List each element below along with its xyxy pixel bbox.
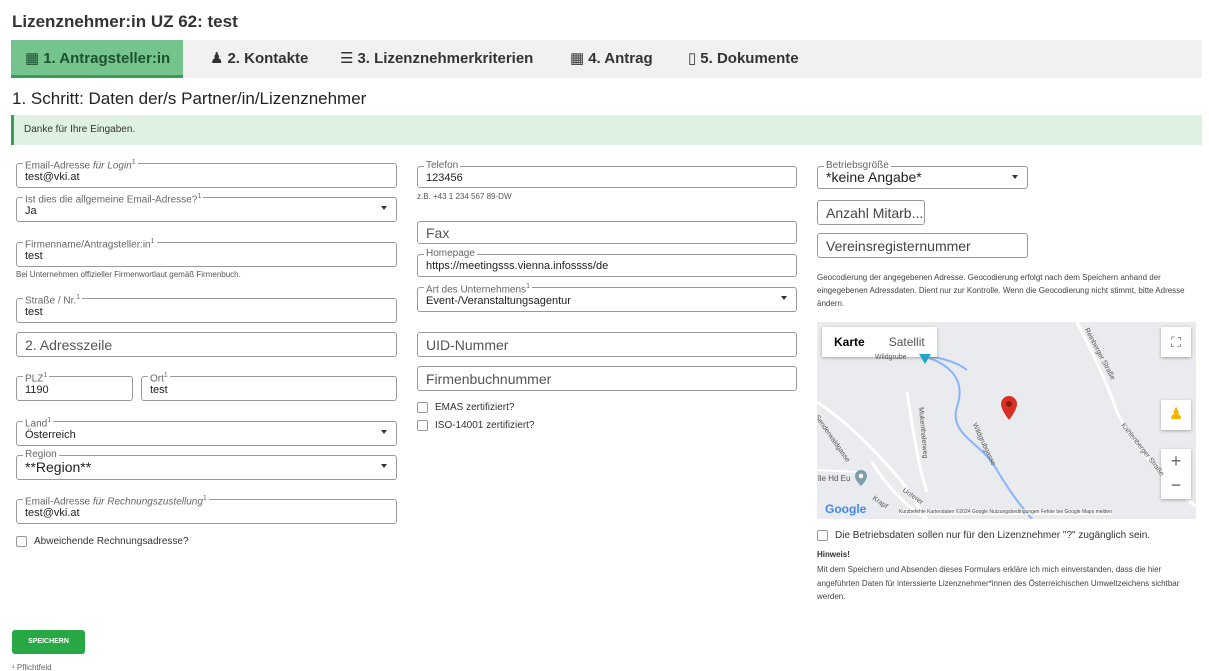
person-icon: ♟	[210, 50, 224, 67]
field-placeholder: UID-Nummer	[426, 337, 509, 353]
city-field[interactable]: Ort1 test	[141, 370, 397, 401]
map-type-tabs: Karte Satellit	[822, 327, 937, 357]
chevron-down-icon	[381, 430, 387, 434]
field-label: Ist dies die allgemeine Email-Adresse?1	[23, 191, 204, 207]
invoice-email-field[interactable]: Email-Adresse für Rechnungszustellung1 t…	[16, 493, 397, 524]
zip-field[interactable]: PLZ1 1190	[16, 370, 133, 401]
phone-help-text: z.B. +43 1 234 567 89-DW	[417, 192, 512, 201]
tab-kontakte[interactable]: ♟ 2. Kontakte	[196, 40, 308, 78]
field-value: test	[25, 306, 43, 318]
field-label: Homepage	[424, 248, 477, 260]
google-logo: Google	[825, 502, 867, 516]
field-value: 123456	[426, 172, 463, 184]
water-marker-icon	[919, 354, 931, 364]
company-size-select[interactable]: Betriebsgröße *keine Angabe*	[817, 160, 1028, 189]
general-email-select[interactable]: Ist dies die allgemeine Email-Adresse?1 …	[16, 191, 397, 222]
map-tab-karte[interactable]: Karte	[822, 327, 877, 357]
map-tab-satellit[interactable]: Satellit	[877, 327, 937, 357]
tab-label: 3. Lizenznehmerkriterien	[357, 50, 534, 67]
checklist-icon: ☰	[340, 50, 354, 67]
building-icon: ▦	[570, 50, 585, 67]
poi-marker-icon	[855, 470, 867, 486]
address-line2-field[interactable]: 2. Adresszeile	[16, 332, 397, 357]
visibility-checkbox[interactable]: Die Betriebsdaten sollen nur für den Liz…	[817, 530, 1150, 541]
email-login-field[interactable]: Email-Adresse für Login1 test@vki.at	[16, 157, 397, 188]
tab-label: 4. Antrag	[588, 50, 653, 67]
chevron-down-icon	[781, 296, 787, 300]
checkbox-box[interactable]	[417, 420, 428, 431]
field-label: Firmenname/Antragsteller:in1	[23, 236, 157, 252]
country-select[interactable]: Land1 Österreich	[16, 415, 397, 446]
company-register-field[interactable]: Firmenbuchnummer	[417, 366, 797, 391]
field-label: Telefon	[424, 160, 461, 172]
company-help-text: Bei Unternehmen offizieller Firmenwortla…	[16, 270, 241, 279]
required-footnote: ¹ Pflichtfeld	[12, 663, 52, 671]
field-value: Event-/Veranstaltungsagentur	[426, 295, 571, 307]
page-title: Lizenznehmer:in UZ 62: test	[12, 12, 238, 31]
chevron-down-icon	[381, 206, 387, 210]
field-value: **Region**	[25, 459, 92, 475]
tab-label: 2. Kontakte	[227, 50, 309, 67]
field-value: test@vki.at	[25, 171, 80, 183]
homepage-field[interactable]: Homepage https://meetingsss.vienna.infos…	[417, 248, 797, 277]
zoom-controls: + −	[1161, 449, 1191, 499]
map-pin-icon[interactable]	[1001, 396, 1017, 420]
field-value: Österreich	[25, 429, 76, 441]
geocoding-info: Geocodierung der angegebenen Adresse. Ge…	[817, 273, 1185, 308]
field-placeholder: 2. Adresszeile	[25, 337, 113, 353]
tab-dokumente[interactable]: ▯ 5. Dokumente	[674, 40, 799, 78]
success-alert: Danke für Ihre Eingaben.	[11, 115, 1202, 145]
building-icon: ▦	[25, 50, 40, 67]
checkbox-label: Abweichende Rechnungsadresse?	[34, 536, 189, 547]
fax-field[interactable]: Fax	[417, 221, 797, 244]
field-value: test	[150, 384, 168, 396]
region-select[interactable]: Region **Region**	[16, 449, 397, 480]
alt-invoice-checkbox[interactable]: Abweichende Rechnungsadresse?	[16, 536, 189, 547]
step-title: 1. Schritt: Daten der/s Partner/in/Lizen…	[12, 89, 367, 108]
checkbox-box[interactable]	[16, 536, 27, 547]
zoom-in-icon[interactable]: +	[1161, 449, 1191, 474]
field-value: 1190	[25, 384, 49, 396]
field-value: test	[25, 250, 43, 262]
google-map[interactable]: Karte Satellit ⛶ ♟ + − Wildgrube Wildgru…	[817, 322, 1196, 519]
tab-antrag[interactable]: ▦ 4. Antrag	[556, 40, 653, 78]
field-placeholder: Fax	[426, 225, 450, 241]
tab-antragsteller[interactable]: ▦ 1. Antragsteller:in	[11, 40, 183, 78]
chevron-down-icon	[381, 464, 387, 468]
pegman-icon[interactable]: ♟	[1161, 400, 1191, 430]
employee-count-field[interactable]: Anzahl Mitarb...	[817, 200, 925, 225]
map-label: lle Hd Eu	[818, 474, 851, 483]
tab-label: 5. Dokumente	[700, 50, 799, 67]
checkbox-label: ISO-14001 zertifiziert?	[435, 420, 535, 431]
wizard-tabs: ▦ 1. Antragsteller:in ♟ 2. Kontakte ☰ 3. Li…	[11, 40, 1202, 78]
field-value: Ja	[25, 205, 37, 217]
field-placeholder: Firmenbuchnummer	[426, 371, 552, 387]
street-field[interactable]: Straße / Nr.1 test	[16, 292, 397, 323]
tab-lizenznehmerkriterien[interactable]: ☰ 3. Lizenznehmerkriterien	[326, 40, 533, 78]
note-heading: Hinweis!	[817, 550, 850, 559]
checkbox-label: EMAS zertifiziert?	[435, 402, 515, 413]
company-name-field[interactable]: Firmenname/Antragsteller:in1 test	[16, 236, 397, 267]
checkbox-box[interactable]	[817, 530, 828, 541]
company-type-select[interactable]: Art des Unternehmens1 Event-/Veranstaltu…	[417, 281, 797, 312]
field-value: https://meetingsss.vienna.infossss/de	[426, 260, 609, 272]
fullscreen-icon[interactable]: ⛶	[1161, 327, 1191, 357]
checkbox-box[interactable]	[417, 402, 428, 413]
chevron-down-icon	[1012, 175, 1018, 179]
iso-checkbox[interactable]: ISO-14001 zertifiziert?	[417, 420, 535, 431]
field-value: test@vki.at	[25, 507, 80, 519]
field-value: *keine Angabe*	[826, 169, 922, 185]
phone-field[interactable]: Telefon 123456	[417, 160, 797, 188]
uid-field[interactable]: UID-Nummer	[417, 332, 797, 357]
zoom-out-icon[interactable]: −	[1161, 474, 1191, 499]
map-footer[interactable]: Kurzbefehle Kartendaten ©2024 Google Nut…	[899, 509, 1112, 515]
checkbox-label: Die Betriebsdaten sollen nur für den Liz…	[835, 530, 1151, 541]
document-icon: ▯	[688, 50, 697, 67]
tab-label: 1. Antragsteller:in	[43, 50, 171, 67]
map-label: Wildgrube	[875, 354, 907, 361]
note-text: Mit dem Speichern und Absenden dieses Fo…	[817, 565, 1180, 601]
club-register-field[interactable]: Vereinsregisternummer	[817, 233, 1028, 258]
save-button[interactable]: SPEICHERN	[12, 630, 85, 654]
emas-checkbox[interactable]: EMAS zertifiziert?	[417, 402, 514, 413]
